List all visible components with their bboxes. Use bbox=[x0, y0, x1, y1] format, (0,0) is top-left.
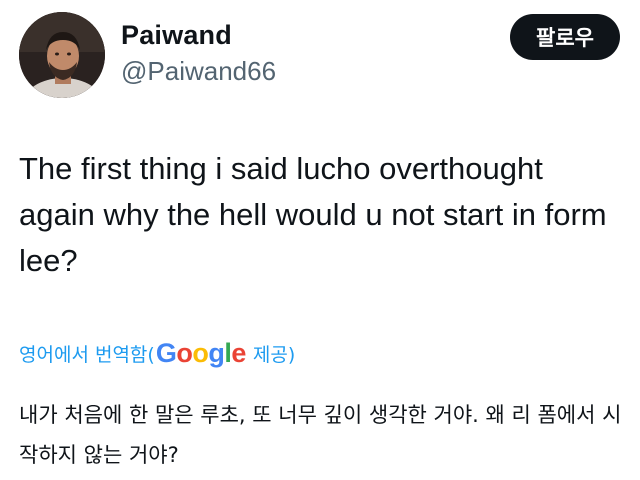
translation-attribution[interactable]: 영어에서 번역함( Google 제공) bbox=[19, 333, 295, 373]
follow-button[interactable]: 팔로우 bbox=[510, 14, 620, 60]
translated-text: 내가 처음에 한 말은 루초, 또 너무 깊이 생각한 거야. 왜 리 폼에서 … bbox=[19, 403, 622, 467]
tweet-text: The first thing i said lucho overthought… bbox=[19, 151, 607, 278]
avatar[interactable] bbox=[19, 12, 105, 98]
author-name[interactable]: Paiwand bbox=[121, 20, 232, 51]
translation-suffix: 제공) bbox=[252, 343, 296, 366]
author-handle[interactable]: @Paiwand66 bbox=[121, 56, 276, 87]
translation-prefix: 영어에서 번역함( bbox=[19, 343, 155, 366]
google-logo: Google bbox=[155, 337, 247, 368]
